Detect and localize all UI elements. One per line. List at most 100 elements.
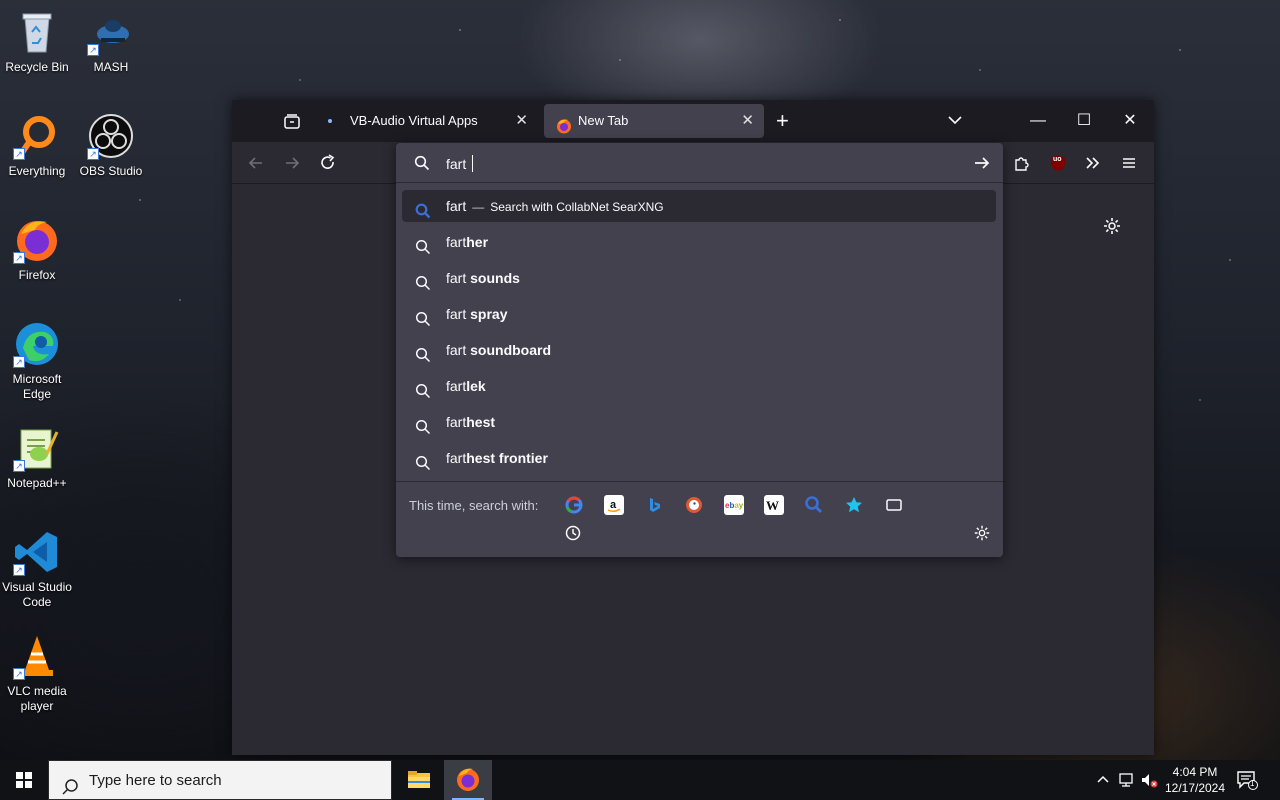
desktop-icon-vlc-media-player[interactable]: ↗ VLC media player xyxy=(0,632,74,714)
tab-title: VB-Audio Virtual Apps xyxy=(350,113,478,128)
amazon-icon[interactable]: a xyxy=(604,495,624,515)
hamburger-menu-icon xyxy=(1123,158,1135,168)
app-menu-button[interactable] xyxy=(1119,153,1139,173)
shortcut-arrow-icon: ↗ xyxy=(13,460,25,472)
network-button[interactable] xyxy=(1118,771,1136,789)
network-icon xyxy=(1119,773,1133,787)
desktop-icon-notepad-plus-plus[interactable]: ↗ Notepad++ xyxy=(0,424,74,491)
search-icon xyxy=(415,450,431,471)
searxng-icon[interactable] xyxy=(804,495,824,515)
reload-button[interactable] xyxy=(318,153,338,173)
arrow-right-icon xyxy=(286,157,300,169)
back-button[interactable] xyxy=(246,153,266,173)
urlbar-result[interactable]: fart sounds xyxy=(402,262,996,294)
list-all-tabs-button[interactable] xyxy=(946,111,964,129)
history-icon[interactable] xyxy=(564,524,582,542)
visual-studio-code-icon: ↗ xyxy=(13,528,61,576)
result-typed-text: fart xyxy=(446,198,467,214)
search-settings-gear-icon[interactable] xyxy=(973,524,991,542)
urlbar-results: fart — Search with CollabNet SearXNG farth… xyxy=(402,190,996,478)
file-explorer-icon xyxy=(408,771,430,788)
more-tools-button[interactable] xyxy=(1083,153,1103,173)
search-icon xyxy=(414,155,430,171)
taskbar-search-placeholder: Type here to search xyxy=(89,772,222,789)
urlbar-result[interactable]: farthest frontier xyxy=(402,442,996,474)
urlbar-result[interactable]: fart — Search with CollabNet SearXNG xyxy=(402,190,996,222)
desktop-icon-microsoft-edge[interactable]: ↗ Microsoft Edge xyxy=(0,320,74,402)
result-typed-text: fart xyxy=(446,234,467,250)
new-tab-button[interactable]: + xyxy=(776,106,789,136)
volume-muted-icon xyxy=(1142,774,1158,788)
new-tab-settings-button[interactable] xyxy=(1102,216,1122,236)
taskbar-search-box[interactable]: Type here to search xyxy=(48,760,392,800)
clock-date: 12/17/2024 xyxy=(1164,781,1226,795)
microsoft-edge-icon: ↗ xyxy=(13,320,61,368)
text-caret xyxy=(472,155,473,172)
desktop-icon-obs-studio[interactable]: ↗ OBS Studio xyxy=(74,112,148,179)
urlbar-result[interactable]: fart soundboard xyxy=(402,334,996,366)
shortcut-arrow-icon: ↗ xyxy=(13,564,25,576)
desktop-icon-everything[interactable]: ↗ Everything xyxy=(0,112,74,179)
desktop-icon-mash[interactable]: ↗ MASH xyxy=(74,8,148,75)
chevron-down-icon xyxy=(948,116,962,125)
clock-time: 4:04 PM xyxy=(1172,765,1218,779)
result-suggestion-text: hest xyxy=(466,414,496,430)
svg-text:ebay: ebay xyxy=(725,501,744,510)
search-icon xyxy=(61,772,79,795)
bing-icon[interactable] xyxy=(644,495,664,515)
desktop-icon-visual-studio-code[interactable]: ↗ Visual Studio Code xyxy=(0,528,74,610)
desktop-icon-label: Notepad++ xyxy=(7,476,67,490)
tab-strip: VB-Audio Virtual Apps ✕ New Tab ✕ + — ☐ … xyxy=(232,100,1154,142)
result-typed-text: fart xyxy=(446,378,467,394)
minimize-button[interactable]: — xyxy=(1024,108,1052,134)
chevron-double-right-icon xyxy=(1086,157,1100,169)
start-button[interactable] xyxy=(0,760,48,800)
urlbar-result[interactable]: fartlek xyxy=(402,370,996,402)
shortcut-arrow-icon: ↗ xyxy=(87,148,99,160)
forward-button[interactable] xyxy=(282,153,302,173)
result-suggestion-text: soundboard xyxy=(470,342,552,358)
desktop-icon-firefox[interactable]: ↗ Firefox xyxy=(0,216,74,283)
result-typed-text: fart xyxy=(446,414,467,430)
wikipedia-icon[interactable]: W xyxy=(764,495,784,515)
desktop-icon-label: Microsoft Edge xyxy=(12,372,62,401)
shortcut-arrow-icon: ↗ xyxy=(13,668,25,680)
bookmarks-icon[interactable] xyxy=(844,495,864,515)
go-button[interactable] xyxy=(973,154,991,172)
tabs-icon[interactable] xyxy=(884,495,904,515)
reload-icon xyxy=(321,154,335,169)
one-off-label: This time, search with: xyxy=(409,498,539,513)
taskbar-file-explorer[interactable] xyxy=(395,760,443,800)
tab-vb-audio[interactable]: VB-Audio Virtual Apps ✕ xyxy=(316,104,538,138)
firefox-icon: ↗ xyxy=(13,216,61,264)
ublock-badge: uo xyxy=(1053,156,1062,163)
taskbar-firefox[interactable] xyxy=(444,760,492,800)
result-typed-text: fart xyxy=(446,342,471,358)
arrow-left-icon xyxy=(248,157,262,169)
ublock-origin-button[interactable]: uo xyxy=(1048,153,1068,173)
google-icon[interactable] xyxy=(564,495,584,515)
extensions-button[interactable] xyxy=(1012,153,1032,173)
urlbar xyxy=(396,143,1003,183)
urlbar-result[interactable]: farthest xyxy=(402,406,996,438)
close-window-button[interactable]: ✕ xyxy=(1116,108,1144,134)
shortcut-arrow-icon: ↗ xyxy=(13,148,25,160)
desktop-icon-recycle-bin[interactable]: Recycle Bin xyxy=(0,8,74,75)
notification-center-button[interactable]: 1 xyxy=(1236,770,1258,790)
tab-close-button[interactable]: ✕ xyxy=(741,104,754,138)
search-icon xyxy=(415,414,431,435)
urlbar-result[interactable]: fart spray xyxy=(402,298,996,330)
firefox-view-button[interactable] xyxy=(282,112,302,132)
urlbar-result[interactable]: farther xyxy=(402,226,996,258)
maximize-button[interactable]: ☐ xyxy=(1070,108,1098,134)
system-clock[interactable]: 4:04 PM 12/17/2024 xyxy=(1160,764,1230,796)
volume-button[interactable] xyxy=(1140,771,1158,789)
obs-studio-icon: ↗ xyxy=(87,112,135,160)
ebay-icon[interactable]: ebay xyxy=(724,495,744,515)
duckduckgo-icon[interactable] xyxy=(684,495,704,515)
show-hidden-icons-button[interactable] xyxy=(1094,771,1112,789)
desktop-icon-label: Visual Studio Code xyxy=(2,580,72,609)
tab-new-tab[interactable]: New Tab ✕ xyxy=(544,104,764,138)
tab-close-button[interactable]: ✕ xyxy=(515,104,528,138)
urlbar-input[interactable] xyxy=(446,153,946,175)
